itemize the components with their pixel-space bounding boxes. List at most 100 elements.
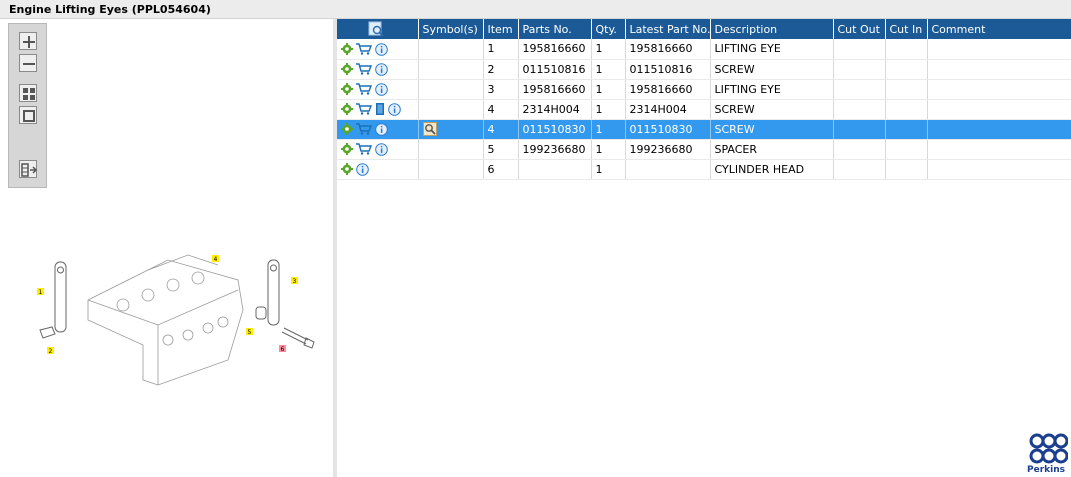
qty-cell[interactable]: 1 (591, 59, 626, 80)
qty-cell[interactable]: 1 (591, 79, 626, 100)
column-header-latest-part-no[interactable]: Latest Part No. (625, 19, 711, 39)
column-header-cut-in[interactable]: Cut In (885, 19, 928, 39)
table-row[interactable]: 5 199236680 1 199236680 SPACER (337, 139, 1071, 160)
item-cell[interactable]: 6 (483, 159, 519, 180)
column-header-description[interactable]: Description (710, 19, 834, 39)
cut-out-cell[interactable] (833, 119, 886, 140)
description-cell[interactable]: LIFTING EYE (710, 39, 834, 60)
latest-part-no-cell[interactable] (625, 159, 711, 180)
comment-cell[interactable] (927, 139, 1071, 160)
info-icon[interactable] (388, 102, 401, 116)
actions-cell[interactable] (337, 39, 419, 60)
parts-no-cell[interactable]: 011510830 (518, 119, 592, 140)
symbols-cell[interactable] (418, 119, 484, 140)
qty-cell[interactable]: 1 (591, 159, 626, 180)
parts-no-cell[interactable]: 011510816 (518, 59, 592, 80)
qty-cell[interactable]: 1 (591, 39, 626, 60)
toggle-layout-button[interactable] (19, 160, 38, 178)
cut-in-cell[interactable] (885, 59, 928, 80)
drawing-pane[interactable] (4, 19, 333, 477)
cart-icon[interactable] (356, 43, 372, 55)
symbols-cell[interactable] (418, 59, 484, 80)
cut-out-cell[interactable] (833, 59, 886, 80)
column-header-parts-no[interactable]: Parts No. (518, 19, 592, 39)
parts-no-cell[interactable]: 195816660 (518, 39, 592, 60)
column-header-symbols[interactable]: Symbol(s) (418, 19, 484, 39)
gear-icon[interactable] (341, 123, 353, 136)
gear-icon[interactable] (341, 103, 353, 115)
comment-cell[interactable] (927, 39, 1071, 60)
description-cell[interactable]: SCREW (710, 59, 834, 80)
cut-out-cell[interactable] (833, 39, 886, 60)
cart-icon[interactable] (356, 103, 372, 115)
cut-in-cell[interactable] (885, 79, 928, 100)
table-row[interactable]: 1 195816660 1 195816660 LIFTING EYE (337, 39, 1071, 60)
column-header-item[interactable]: Item (483, 19, 519, 39)
info-icon[interactable] (375, 82, 388, 96)
cart-icon[interactable] (356, 63, 372, 75)
info-icon[interactable] (375, 42, 388, 56)
qty-cell[interactable]: 1 (591, 99, 626, 120)
gear-icon[interactable] (341, 63, 353, 76)
book-icon[interactable] (375, 102, 385, 116)
symbols-cell[interactable] (418, 139, 484, 160)
actions-cell[interactable] (337, 139, 419, 160)
description-cell[interactable]: SCREW (710, 99, 834, 120)
table-row[interactable]: 2 011510816 1 011510816 SCREW (337, 59, 1071, 80)
cut-out-cell[interactable] (833, 159, 886, 180)
column-header-qty[interactable]: Qty. (591, 19, 626, 39)
column-header-cut-out[interactable]: Cut Out (833, 19, 886, 39)
gear-icon[interactable] (341, 143, 353, 156)
zoom-in-button[interactable] (19, 32, 37, 50)
actions-cell[interactable] (337, 59, 419, 80)
actions-cell[interactable] (337, 119, 419, 140)
comment-cell[interactable] (927, 99, 1071, 120)
comment-cell[interactable] (927, 119, 1071, 140)
description-cell[interactable]: SPACER (710, 139, 834, 160)
cut-in-cell[interactable] (885, 39, 928, 60)
symbols-cell[interactable] (418, 39, 484, 60)
cart-icon[interactable] (356, 83, 372, 95)
fit-all-button[interactable] (19, 84, 37, 102)
cut-out-cell[interactable] (833, 99, 886, 120)
symbols-cell[interactable] (418, 99, 484, 120)
latest-part-no-cell[interactable]: 195816660 (625, 39, 711, 60)
qty-cell[interactable]: 1 (591, 119, 626, 140)
latest-part-no-cell[interactable]: 199236680 (625, 139, 711, 160)
latest-part-no-cell[interactable]: 011510816 (625, 59, 711, 80)
item-cell[interactable]: 3 (483, 79, 519, 100)
info-icon[interactable] (356, 162, 369, 176)
table-row[interactable]: 3 195816660 1 195816660 LIFTING EYE (337, 79, 1071, 100)
parts-no-cell[interactable]: 199236680 (518, 139, 592, 160)
latest-part-no-cell[interactable]: 011510830 (625, 119, 711, 140)
cut-in-cell[interactable] (885, 119, 928, 140)
cut-in-cell[interactable] (885, 99, 928, 120)
magnifier-icon[interactable] (422, 122, 437, 136)
item-cell[interactable]: 4 (483, 119, 519, 140)
qty-cell[interactable]: 1 (591, 139, 626, 160)
description-cell[interactable]: CYLINDER HEAD (710, 159, 834, 180)
parts-no-cell[interactable] (518, 159, 592, 180)
zoom-out-button[interactable] (19, 54, 37, 72)
cut-in-cell[interactable] (885, 159, 928, 180)
fit-window-button[interactable] (19, 106, 37, 124)
actions-cell[interactable] (337, 159, 419, 180)
info-icon[interactable] (375, 122, 388, 136)
comment-cell[interactable] (927, 59, 1071, 80)
table-row[interactable]: 4 011510830 1 011510830 SCREW (337, 119, 1071, 140)
actions-cell[interactable] (337, 79, 419, 100)
latest-part-no-cell[interactable]: 2314H004 (625, 99, 711, 120)
column-header-actions[interactable] (337, 19, 419, 39)
info-icon[interactable] (375, 142, 388, 156)
latest-part-no-cell[interactable]: 195816660 (625, 79, 711, 100)
comment-cell[interactable] (927, 159, 1071, 180)
table-row[interactable]: 6 1 CYLINDER HEAD (337, 159, 1071, 180)
description-cell[interactable]: SCREW (710, 119, 834, 140)
description-cell[interactable]: LIFTING EYE (710, 79, 834, 100)
cart-icon[interactable] (356, 123, 372, 135)
column-header-comment[interactable]: Comment (927, 19, 1071, 39)
symbols-cell[interactable] (418, 79, 484, 100)
actions-cell[interactable] (337, 99, 419, 120)
comment-cell[interactable] (927, 79, 1071, 100)
gear-icon[interactable] (341, 83, 353, 96)
